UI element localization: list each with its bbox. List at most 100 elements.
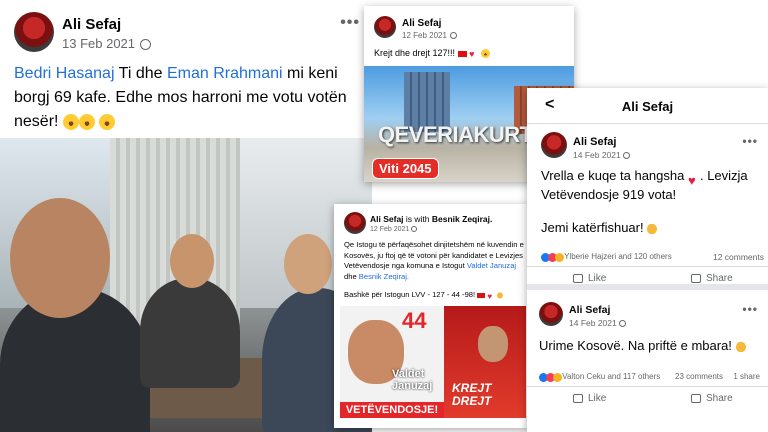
globe-icon bbox=[622, 152, 630, 160]
post-header: Ali Sefaj is with Besnik Zeqiraj. bbox=[370, 214, 525, 224]
post-date-text[interactable]: 14 Feb 2021 bbox=[569, 318, 617, 328]
post-date-text[interactable]: 14 Feb 2021 bbox=[573, 150, 621, 160]
share-label: Share bbox=[706, 393, 733, 404]
candidate-last-name: Januzaj bbox=[392, 380, 433, 392]
person-head bbox=[10, 198, 110, 318]
like-label: Like bbox=[588, 273, 607, 284]
post-main: Ali Sefaj 13 Feb 2021 ••• Bedri Hasanaj … bbox=[0, 0, 372, 432]
thumbs-up-icon bbox=[573, 393, 583, 403]
reactions-text: Ylberie Hajzeri and 120 others bbox=[564, 252, 672, 261]
heart-icon: ♥ bbox=[469, 49, 475, 60]
comments-count[interactable]: 12 comments bbox=[713, 252, 764, 262]
heart-icon: ♥ bbox=[687, 172, 696, 188]
mention-link[interactable]: Bedri Hasanaj bbox=[14, 65, 115, 82]
post-text: Krejt dhe drejt 127!!! ♥ bbox=[374, 48, 490, 60]
flexed-biceps-icon bbox=[735, 340, 748, 353]
post-text-content: Krejt dhe drejt 127!!! bbox=[374, 48, 456, 58]
person bbox=[140, 278, 240, 388]
globe-icon bbox=[449, 32, 457, 40]
reactions-summary[interactable]: Ylberie Hajzeri and 120 others bbox=[541, 252, 672, 262]
care-reaction-icon bbox=[553, 372, 562, 382]
shares-count[interactable]: 1 share bbox=[733, 372, 760, 381]
mention-link[interactable]: Besnik Zeqiraj. bbox=[359, 272, 409, 281]
share-button[interactable]: Share bbox=[691, 273, 733, 284]
author-name[interactable]: Ali Sefaj bbox=[62, 16, 121, 33]
author-name[interactable]: Ali Sefaj bbox=[370, 214, 404, 224]
post-text: Bedri Hasanaj Ti dhe Eman Rrahmani mi ke… bbox=[14, 62, 364, 134]
laughing-emoji-icon bbox=[99, 113, 116, 130]
globe-icon bbox=[618, 320, 626, 328]
post-date-text[interactable]: 12 Feb 2021 bbox=[370, 226, 409, 233]
heart-icon: ♥ bbox=[487, 291, 493, 301]
candidate-number: 44 bbox=[402, 308, 427, 333]
albania-flag-icon bbox=[457, 50, 467, 57]
laughing-emoji-icon bbox=[62, 113, 79, 130]
candidate-first-name: Valdet bbox=[392, 368, 425, 380]
campaign-poster[interactable]: 44 Valdet Januzaj VETËVENDOSJE! KREJT DR… bbox=[340, 306, 526, 418]
banner-text: QEVERIAKURTI bbox=[378, 122, 539, 147]
author-avatar[interactable] bbox=[14, 12, 54, 52]
post-date-text[interactable]: 12 Feb 2021 bbox=[402, 31, 447, 40]
more-dots-icon[interactable]: ••• bbox=[340, 14, 360, 32]
post-date[interactable]: 14 Feb 2021 bbox=[573, 150, 630, 160]
post-photo[interactable] bbox=[0, 138, 372, 432]
globe-icon bbox=[140, 39, 152, 51]
flexed-biceps-icon bbox=[496, 291, 504, 299]
author-name[interactable]: Ali Sefaj bbox=[573, 136, 616, 148]
more-dots-icon[interactable]: ••• bbox=[742, 302, 758, 316]
person-head bbox=[284, 234, 332, 294]
post-text-content: Jemi katërfishuar! bbox=[541, 220, 644, 235]
post-date[interactable]: 12 Feb 2021 bbox=[370, 226, 418, 233]
slogan-line-2: DREJT bbox=[452, 394, 492, 408]
share-arrow-icon bbox=[691, 273, 701, 283]
post-text-content: Urime Kosovë. Na priftë e mbara! bbox=[539, 338, 732, 353]
post-date[interactable]: 14 Feb 2021 bbox=[569, 318, 626, 328]
reaction-icons bbox=[539, 372, 562, 382]
post-date[interactable]: 13 Feb 2021 bbox=[62, 36, 152, 51]
post-text: Qe Istogu të përfaqësohet dinjitetshëm n… bbox=[344, 240, 524, 282]
reactions-text: Valton Ceku and 117 others bbox=[562, 372, 661, 381]
candidate-portrait-2 bbox=[478, 326, 508, 362]
globe-icon bbox=[411, 226, 418, 233]
post-text: Urime Kosovë. Na priftë e mbara! bbox=[539, 338, 748, 353]
comments-count[interactable]: 23 comments bbox=[675, 372, 723, 381]
author-avatar[interactable] bbox=[344, 212, 366, 234]
reaction-icons bbox=[541, 252, 564, 262]
post-actions: Like Share bbox=[527, 266, 768, 290]
candidate-name: Valdet Januzaj bbox=[392, 368, 432, 392]
party-name: VETËVENDOSJE! bbox=[340, 402, 444, 418]
more-dots-icon[interactable]: ••• bbox=[742, 134, 758, 148]
mobile-header: < Ali Sefaj bbox=[527, 88, 768, 124]
person-head bbox=[170, 234, 214, 288]
banner-tag: Viti 2045 bbox=[372, 158, 439, 179]
post-text-b: Jemi katërfishuar! bbox=[541, 220, 660, 235]
tagged-person[interactable]: Besnik Zeqiraj. bbox=[432, 214, 492, 224]
author-name[interactable]: Ali Sefaj bbox=[569, 304, 610, 316]
share-label: Share bbox=[706, 273, 733, 284]
post-date[interactable]: 12 Feb 2021 bbox=[402, 31, 457, 40]
post-date-text[interactable]: 13 Feb 2021 bbox=[62, 36, 135, 51]
poster-slogan: KREJT DREJT bbox=[452, 382, 491, 408]
post-istog: Ali Sefaj is with Besnik Zeqiraj. 12 Feb… bbox=[334, 204, 528, 428]
slogan-line-1: KREJT bbox=[452, 381, 492, 395]
header-title: Ali Sefaj bbox=[621, 99, 674, 114]
mention-link[interactable]: Valdet Januzaj bbox=[467, 261, 516, 270]
laughing-emoji-icon bbox=[78, 113, 95, 130]
post-text-part: Ti dhe bbox=[114, 65, 167, 82]
author-name[interactable]: Ali Sefaj bbox=[402, 18, 441, 29]
post-text-part: dhe bbox=[344, 271, 359, 281]
thumbs-up-icon bbox=[573, 273, 583, 283]
smile-emoji-icon bbox=[480, 49, 490, 59]
share-button[interactable]: Share bbox=[691, 393, 733, 404]
like-button[interactable]: Like bbox=[573, 393, 606, 404]
author-avatar[interactable] bbox=[374, 16, 396, 38]
like-label: Like bbox=[588, 393, 607, 404]
reactions-summary[interactable]: Valton Ceku and 117 others bbox=[539, 372, 660, 382]
post-text: Vrella e kuqe ta hangsha ♥. Levizja Vetë… bbox=[541, 166, 761, 204]
is-with-text: is with bbox=[403, 214, 432, 224]
author-avatar[interactable] bbox=[539, 302, 563, 326]
mention-link[interactable]: Eman Rrahmani bbox=[167, 65, 283, 82]
share-arrow-icon bbox=[691, 393, 701, 403]
like-button[interactable]: Like bbox=[573, 273, 606, 284]
author-avatar[interactable] bbox=[541, 132, 567, 158]
